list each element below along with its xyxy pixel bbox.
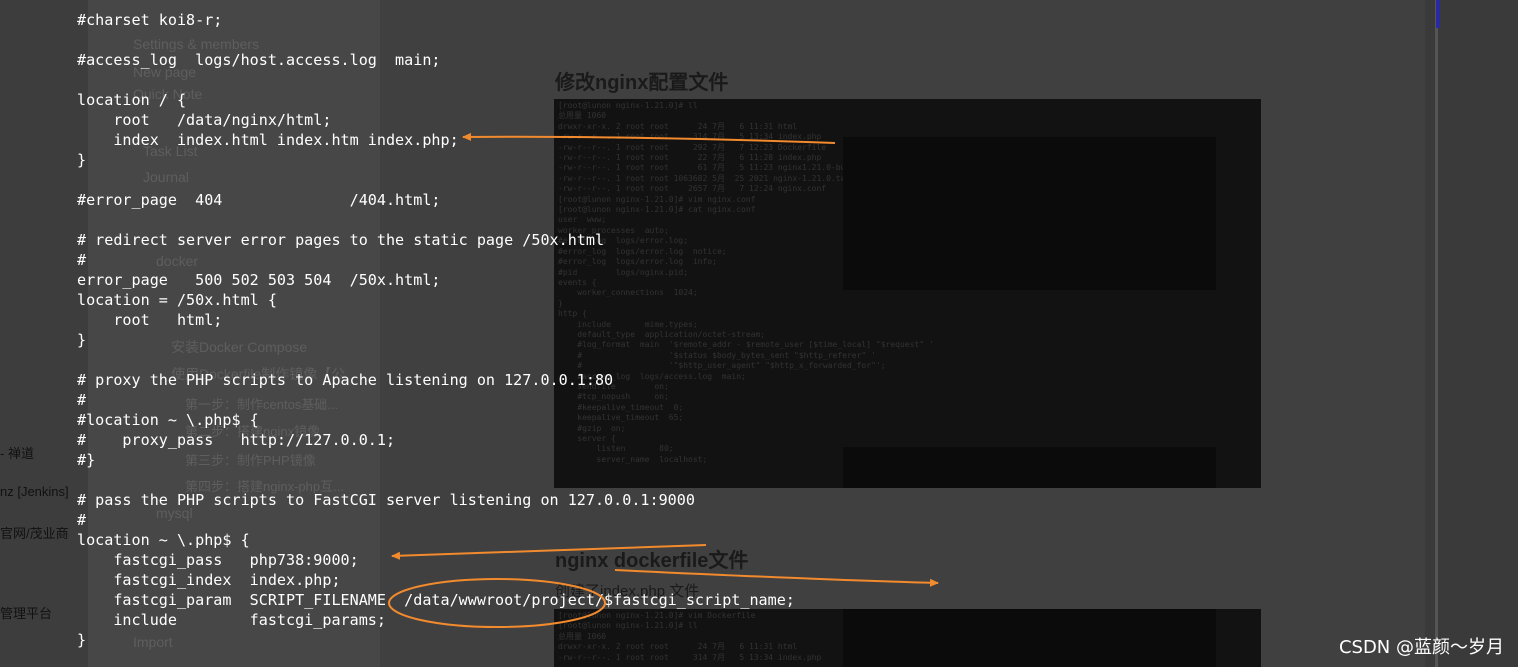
- annotation-layer: [388, 132, 939, 628]
- annotation-arrow-index: [462, 132, 836, 144]
- annotation-arrow-param: [614, 569, 939, 587]
- csdn-watermark: CSDN @蓝颜～岁月: [1338, 637, 1504, 658]
- annotation-ellipse-path: [388, 578, 606, 628]
- annotation-arrow-fastcgi-pass: [391, 544, 707, 560]
